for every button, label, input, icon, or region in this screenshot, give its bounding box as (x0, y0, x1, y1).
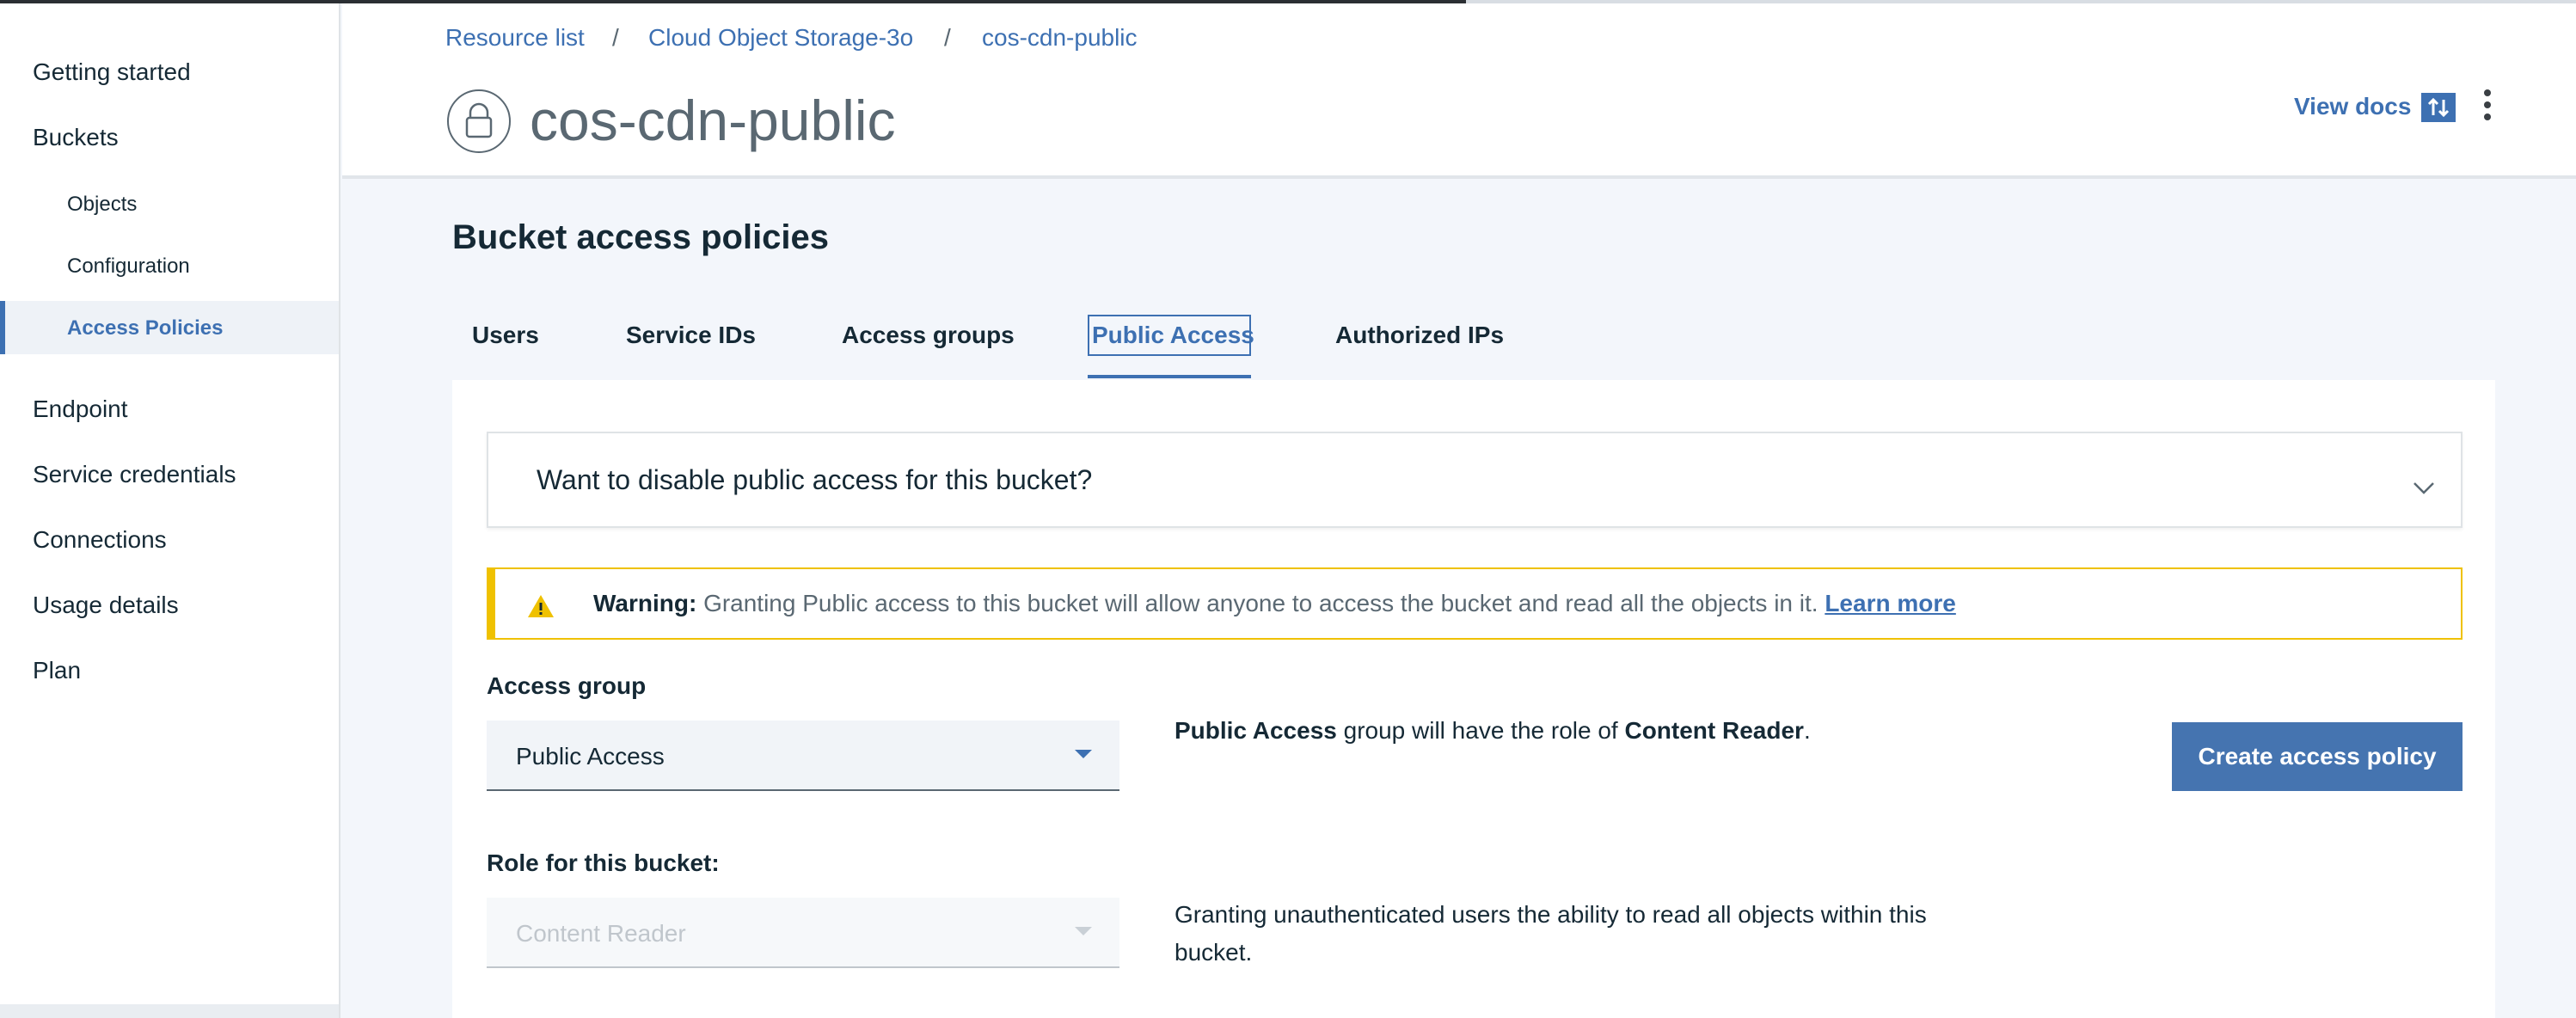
sidebar-item-getting-started[interactable]: Getting started (33, 58, 191, 86)
tab-users[interactable]: Users (472, 322, 539, 349)
sidebar-item-access-policies[interactable]: Access Policies (67, 316, 223, 340)
warning-label: Warning: (593, 590, 697, 616)
sidebar-item-buckets[interactable]: Buckets (33, 124, 119, 151)
warning-message: Granting Public access to this bucket wi… (703, 590, 1819, 616)
sort-icon[interactable] (2421, 93, 2456, 122)
breadcrumb-cloud-object-storage[interactable]: Cloud Object Storage-3o (648, 24, 913, 52)
chevron-down-icon (2413, 481, 2435, 500)
access-group-value: Public Access (516, 743, 665, 770)
warning-text: Warning: Granting Public access to this … (593, 590, 1956, 617)
breadcrumb-separator: / (944, 24, 951, 51)
access-group-label: Access group (487, 672, 647, 699)
role-label: Role for this bucket: (487, 849, 720, 876)
page-title: cos-cdn-public (530, 89, 896, 152)
desc-middle: group will have the role of (1343, 717, 1618, 744)
sidebar-item-service-credentials[interactable]: Service credentials (33, 461, 236, 488)
tab-service-ids[interactable]: Service IDs (626, 322, 756, 349)
role-description: Granting unauthenticated users the abili… (1175, 901, 1927, 966)
breadcrumb-resource-list[interactable]: Resource list (445, 24, 585, 52)
sidebar-item-configuration[interactable]: Configuration (67, 254, 190, 279)
caret-down-icon (1075, 927, 1092, 935)
role-value: Content Reader (516, 920, 686, 947)
sidebar-item-plan[interactable]: Plan (33, 657, 81, 684)
role-select: Content Reader (487, 898, 1119, 968)
tab-active-underline (1088, 375, 1251, 378)
sidebar-item-endpoint[interactable]: Endpoint (33, 396, 128, 423)
sidebar: Getting started Buckets Objects Configur… (0, 3, 340, 1018)
breadcrumb-current-bucket[interactable]: cos-cdn-public (982, 24, 1138, 52)
warning-icon (526, 593, 555, 623)
access-group-select[interactable]: Public Access (487, 721, 1119, 791)
accordion-question: Want to disable public access for this b… (537, 464, 1093, 495)
tab-public-access[interactable]: Public Access (1092, 322, 1254, 349)
warning-notification: Warning: Granting Public access to this … (487, 567, 2463, 640)
bucket-icon (447, 89, 511, 153)
disable-public-access-accordion[interactable]: Want to disable public access for this b… (487, 432, 2463, 528)
sidebar-item-usage-details[interactable]: Usage details (33, 592, 179, 619)
desc-group-name: Public Access (1175, 717, 1337, 744)
desc-end: . (1803, 717, 1811, 744)
view-docs-link[interactable]: View docs (2294, 93, 2411, 120)
learn-more-link[interactable]: Learn more (1825, 590, 1956, 616)
sidebar-footer (0, 1004, 339, 1018)
section-title: Bucket access policies (452, 218, 830, 256)
public-access-panel: Want to disable public access for this b… (452, 380, 2495, 1018)
tab-access-groups[interactable]: Access groups (842, 322, 1015, 349)
access-group-description: Public Access group will have the role o… (1175, 712, 1811, 750)
sidebar-item-connections[interactable]: Connections (33, 526, 167, 554)
create-access-policy-button[interactable]: Create access policy (2172, 722, 2463, 791)
desc-role-name: Content Reader (1624, 717, 1804, 744)
breadcrumb-separator: / (612, 24, 619, 51)
caret-down-icon (1075, 750, 1092, 758)
sidebar-item-objects[interactable]: Objects (67, 193, 137, 217)
tab-authorized-ips[interactable]: Authorized IPs (1335, 322, 1504, 349)
sidebar-active-indicator (0, 301, 5, 354)
page-header: Resource list / Cloud Object Storage-3o … (342, 3, 2576, 179)
overflow-menu-icon[interactable] (2475, 89, 2500, 127)
